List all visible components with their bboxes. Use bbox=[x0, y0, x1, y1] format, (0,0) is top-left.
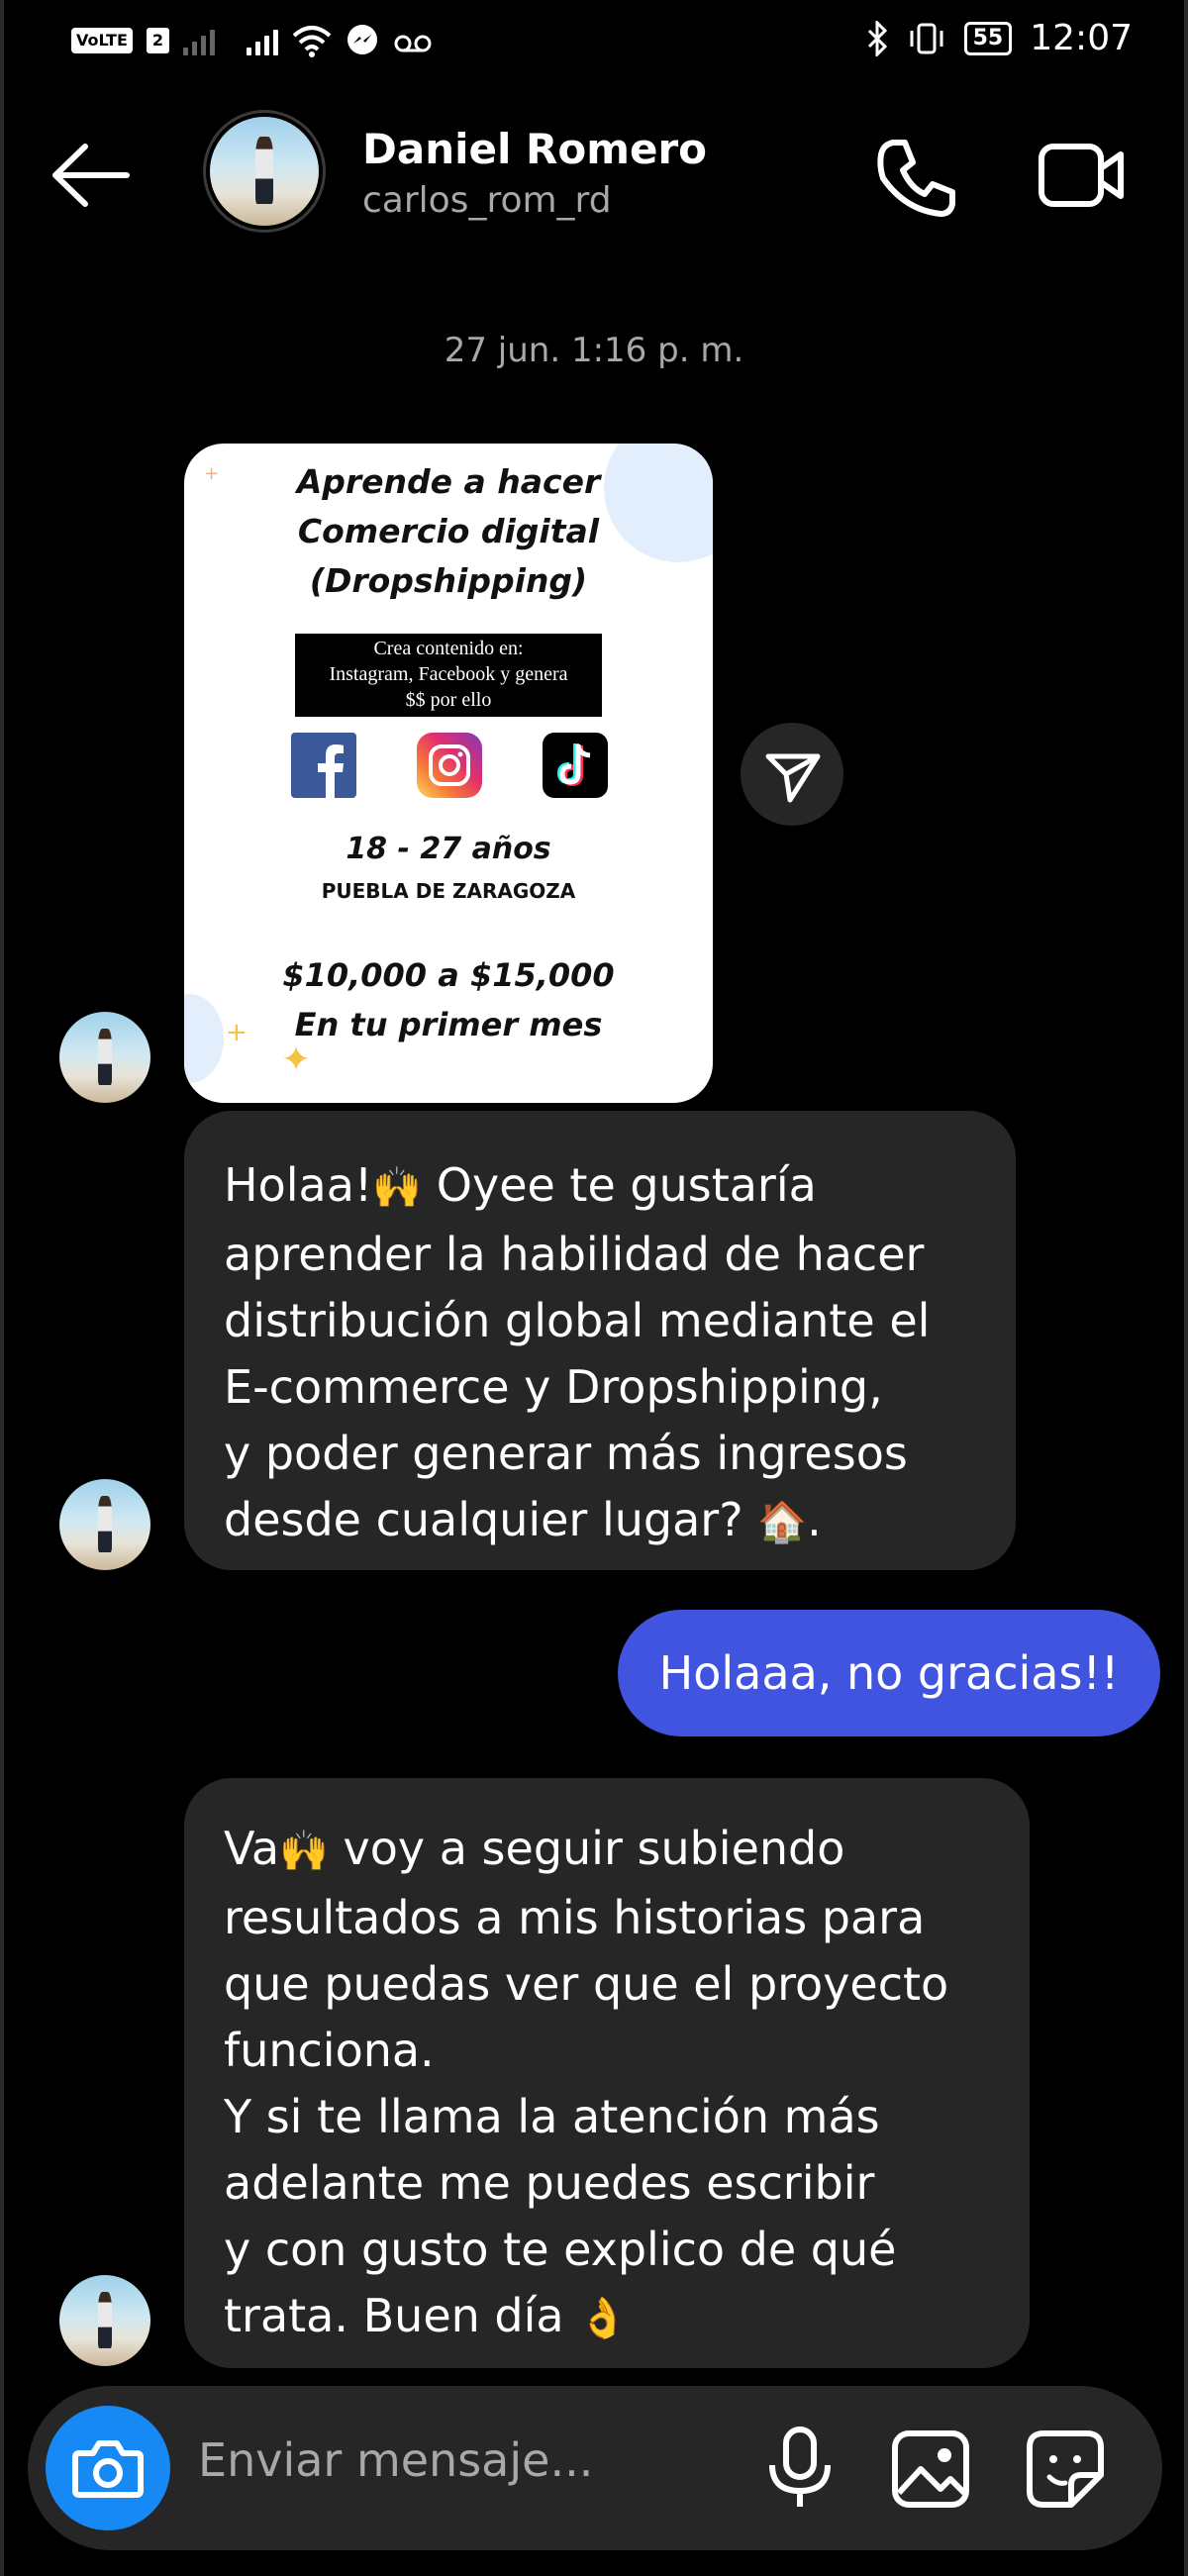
camera-button[interactable] bbox=[46, 2406, 170, 2530]
status-right: 55 12:07 bbox=[865, 18, 1133, 58]
message-line: trata. Buen día 👌 bbox=[224, 2283, 990, 2352]
poster-box-line: $$ por ello bbox=[405, 689, 492, 711]
message-line: E-commerce y Dropshipping, bbox=[224, 1360, 883, 1414]
message-line: Va🙌 voy a seguir subiendo bbox=[224, 1816, 990, 1885]
poster-age-range: 18 - 27 años bbox=[346, 832, 551, 866]
bluetooth-icon bbox=[867, 20, 887, 56]
message-text: desde cualquier lugar? bbox=[224, 1493, 758, 1546]
message-text: Oyee te gustaría bbox=[422, 1158, 817, 1212]
battery-icon: 55 bbox=[963, 21, 1013, 55]
phone-call-icon[interactable] bbox=[871, 133, 960, 222]
volte-badge: VoLTE bbox=[71, 28, 133, 53]
house-emoji: 🏠 bbox=[757, 1500, 808, 1545]
message-line: y poder generar más ingresos bbox=[224, 1427, 908, 1480]
instagram-icon bbox=[417, 733, 482, 798]
message-line: resultados a mis historias para bbox=[224, 1891, 926, 1944]
gallery-icon[interactable] bbox=[889, 2427, 972, 2511]
sender-avatar[interactable] bbox=[59, 1479, 150, 1570]
microphone-icon[interactable] bbox=[760, 2426, 840, 2511]
sent-message[interactable]: Holaaa, no gracias!! bbox=[618, 1610, 1160, 1736]
poster-title-line: (Dropshipping) bbox=[309, 561, 588, 600]
wifi-icon bbox=[292, 26, 332, 57]
messenger-icon bbox=[347, 25, 378, 54]
signal-icon-sim2 bbox=[183, 26, 216, 55]
message-line: Holaa!🙌 Oyee te gustaría bbox=[224, 1152, 976, 1222]
message-text: Va bbox=[224, 1822, 280, 1875]
sender-avatar[interactable] bbox=[59, 2275, 150, 2366]
sparkle-icon: + bbox=[226, 1018, 248, 1047]
received-message[interactable]: Va🙌 voy a seguir subiendo resultados a m… bbox=[184, 1778, 1030, 2368]
video-call-icon[interactable] bbox=[1038, 141, 1127, 210]
ok-hand-emoji: 👌 bbox=[578, 2296, 628, 2341]
facebook-icon bbox=[291, 733, 356, 798]
poster-box-line: Crea contenido en: bbox=[373, 638, 524, 659]
contact-name[interactable]: Daniel Romero bbox=[362, 125, 707, 173]
share-button[interactable] bbox=[741, 723, 843, 826]
status-bar: VoLTE 2 55 12:07 bbox=[0, 18, 1188, 67]
raised-hands-emoji: 🙌 bbox=[279, 1829, 329, 1874]
poster-info-box: Crea contenido en: Instagram, Facebook y… bbox=[295, 634, 602, 717]
message-line: desde cualquier lugar? 🏠. bbox=[224, 1487, 976, 1556]
message-line: distribución global mediante el bbox=[224, 1294, 931, 1347]
message-text: Holaa! bbox=[224, 1158, 373, 1212]
voicemail-icon bbox=[394, 35, 432, 52]
message-text: trata. Buen día bbox=[224, 2289, 579, 2342]
poster-box-line: Instagram, Facebook y genera bbox=[329, 663, 568, 685]
contact-username[interactable]: carlos_rom_rd bbox=[362, 180, 612, 221]
message-line: aprender la habilidad de hacer bbox=[224, 1228, 925, 1281]
sparkle-icon: + bbox=[204, 463, 220, 484]
message-timestamp: 27 jun. 1:16 p. m. bbox=[444, 331, 744, 370]
message-line: funciona. bbox=[224, 2024, 435, 2077]
send-icon bbox=[765, 753, 821, 803]
vibrate-icon bbox=[910, 23, 943, 53]
camera-icon bbox=[72, 2440, 144, 2498]
message-input[interactable]: Enviar mensaje... bbox=[198, 2433, 593, 2487]
sticker-icon[interactable] bbox=[1024, 2427, 1107, 2511]
message-line: que puedas ver que el proyecto bbox=[224, 1957, 949, 2011]
shared-post-image[interactable]: Aprende a hacer Comercio digital (Dropsh… bbox=[184, 444, 713, 1103]
poster-title: Aprende a hacer Comercio digital (Dropsh… bbox=[184, 457, 713, 606]
sender-avatar[interactable] bbox=[59, 1012, 150, 1103]
chat-header: Daniel Romero carlos_rom_rd bbox=[0, 109, 1188, 248]
status-left: VoLTE 2 bbox=[71, 24, 433, 57]
poster-city: PUEBLA DE ZARAGOZA bbox=[321, 879, 576, 903]
signal-icon-sim1 bbox=[247, 26, 279, 55]
message-line: Y si te llama la atención más bbox=[224, 2090, 880, 2143]
message-composer: Enviar mensaje... bbox=[28, 2386, 1162, 2550]
clock: 12:07 bbox=[1030, 18, 1133, 58]
sparkle-icon: ✦ bbox=[281, 1040, 312, 1080]
message-line: y con gusto te explico de qué bbox=[224, 2223, 897, 2276]
sim-badge: 2 bbox=[146, 28, 170, 53]
poster-earnings: $10,000 a $15,000 En tu primer mes bbox=[184, 950, 713, 1049]
message-line: adelante me puedes escribir bbox=[224, 2156, 875, 2210]
poster-title-line: Aprende a hacer bbox=[296, 462, 601, 501]
received-message[interactable]: Holaa!🙌 Oyee te gustaría aprender la hab… bbox=[184, 1111, 1016, 1570]
message-text: voy a seguir subiendo bbox=[328, 1822, 845, 1875]
message-text: . bbox=[807, 1493, 822, 1546]
tiktok-icon bbox=[543, 733, 608, 798]
poster-earnings-line: En tu primer mes bbox=[294, 1006, 603, 1043]
poster-earnings-line: $10,000 a $15,000 bbox=[282, 956, 615, 994]
contact-avatar[interactable] bbox=[210, 117, 319, 226]
back-arrow-icon[interactable] bbox=[51, 141, 131, 210]
poster-title-line: Comercio digital bbox=[297, 512, 600, 550]
raised-hands-emoji: 🙌 bbox=[372, 1165, 423, 1211]
